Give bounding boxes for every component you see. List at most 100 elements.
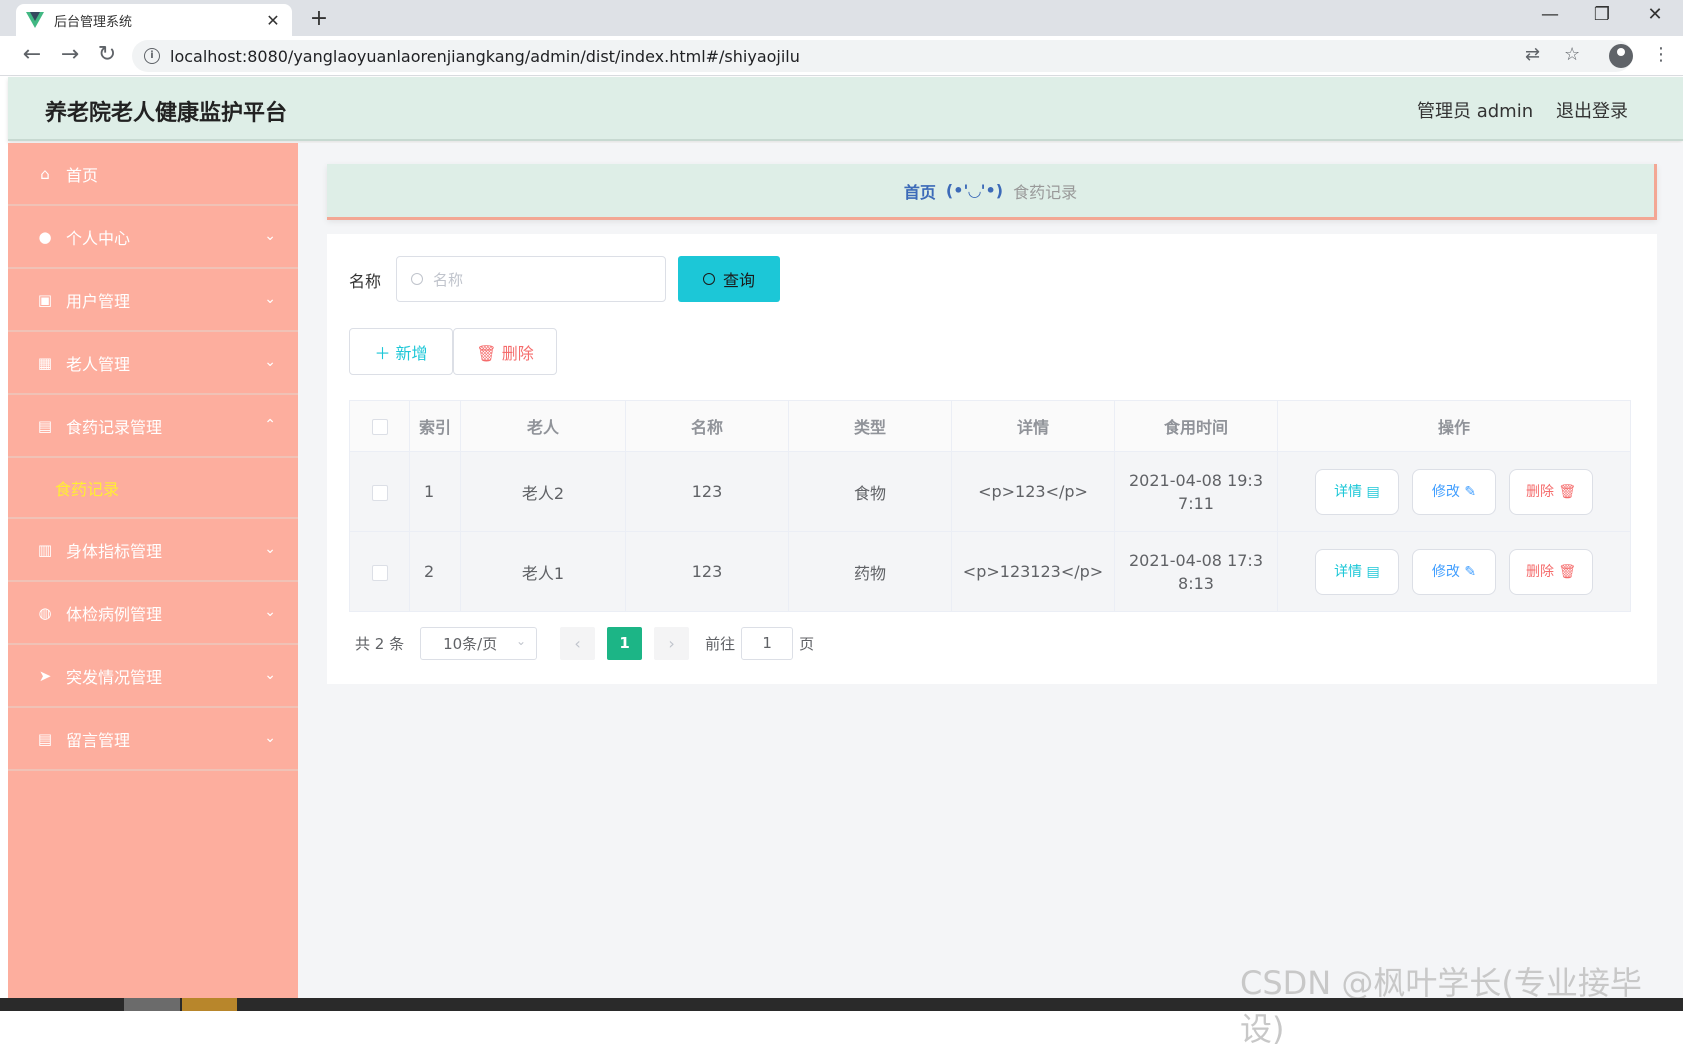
page-size-select[interactable]: 10条/页 ⌄	[420, 626, 538, 660]
goto-label: 前往	[705, 634, 736, 653]
sidebar-item-label: 食药记录管理	[66, 417, 163, 437]
delete-button[interactable]: 删除 🗑	[1509, 548, 1594, 595]
chevron-down-icon: ⌄	[516, 633, 527, 648]
sidebar-item-food-medicine-management[interactable]: ▤ 食药记录管理 ⌃	[8, 395, 298, 458]
table-header-row: 索引 老人 名称 类型 详情 食用时间 操作	[349, 400, 1631, 452]
reload-icon[interactable]: ↻	[93, 42, 121, 67]
clipboard-icon: ▣	[37, 290, 53, 309]
row-checkbox[interactable]	[371, 564, 388, 581]
delete-button[interactable]: 删除 🗑	[1509, 468, 1594, 515]
batch-delete-button[interactable]: 🗑 删除	[453, 328, 557, 375]
header-elder: 老人	[460, 400, 626, 452]
row-checkbox-cell	[349, 531, 410, 612]
url-field[interactable]: i localhost:8080/yanglaoyuanlaorenjiangk…	[132, 40, 1632, 72]
header-type: 类型	[788, 400, 952, 452]
cell-name: 123	[625, 451, 789, 532]
page-number-active[interactable]: 1	[607, 626, 643, 660]
edit-button[interactable]: 修改 ✎	[1412, 548, 1496, 595]
vue-logo-icon	[26, 12, 44, 28]
pagination-total: 共 2 条	[355, 634, 405, 653]
sidebar-item-message-management[interactable]: ▤ 留言管理 ⌄	[8, 708, 298, 771]
breadcrumb-current: 食药记录	[1013, 182, 1078, 202]
time-line-2: 8:13	[1178, 573, 1214, 593]
breadcrumb-home[interactable]: 首页	[904, 179, 936, 203]
cell-actions: 详情 ▤ 修改 ✎ 删除 🗑	[1277, 531, 1631, 612]
sidebar-item-home[interactable]: ⌂ 首页	[8, 143, 298, 206]
search-input[interactable]: 名称	[396, 256, 666, 302]
chevron-down-icon: ⌄	[264, 228, 276, 244]
cell-actions: 详情 ▤ 修改 ✎ 删除 🗑	[1277, 451, 1631, 532]
note-icon: ▤	[37, 729, 53, 748]
profile-avatar-icon[interactable]	[1609, 44, 1633, 68]
header-name: 名称	[625, 400, 789, 452]
select-all-cell	[349, 400, 410, 452]
detail-button[interactable]: 详情 ▤	[1314, 468, 1399, 515]
star-icon[interactable]: ☆	[1564, 44, 1580, 65]
sidebar-item-emergency-management[interactable]: ➤ 突发情况管理 ⌄	[8, 645, 298, 708]
breadcrumb-separator: (•'◡'•)	[945, 181, 1004, 200]
table-row: 2 老人1 123 药物 <p>123123</p> 2021-04-08 17…	[349, 531, 1631, 612]
more-menu-icon[interactable]: ⋮	[1652, 44, 1670, 65]
tab-title: 后台管理系统	[54, 14, 133, 30]
prev-page-button[interactable]: ‹	[560, 626, 596, 660]
cell-time: 2021-04-08 19:3 7:11	[1114, 451, 1278, 532]
translate-icon[interactable]: ⇄	[1525, 44, 1540, 65]
breadcrumb: 首页 (•'◡'•) 食药记录	[327, 164, 1657, 220]
page-size-value: 10条/页	[443, 634, 498, 653]
logout-link[interactable]: 退出登录	[1556, 97, 1628, 123]
time-line-1: 2021-04-08 17:3	[1129, 550, 1263, 570]
time-line-2: 7:11	[1178, 493, 1214, 513]
sidebar-subitem-food-medicine-record[interactable]: 食药记录	[8, 458, 298, 519]
sidebar-item-label: 身体指标管理	[66, 541, 163, 561]
cell-elder: 老人1	[460, 531, 626, 612]
goto-page-input[interactable]: 1	[741, 626, 794, 660]
sidebar-item-checkup-case-management[interactable]: ◍ 体检病例管理 ⌄	[8, 582, 298, 645]
taskbar-item[interactable]	[182, 998, 237, 1011]
sidebar-item-personal-center[interactable]: ● 个人中心 ⌄	[8, 206, 298, 269]
minimize-button[interactable]: —	[1535, 4, 1565, 25]
search-icon	[411, 273, 423, 285]
header-actions: 操作	[1277, 400, 1631, 452]
sidebar-item-user-management[interactable]: ▣ 用户管理 ⌄	[8, 269, 298, 332]
restore-button[interactable]: ❐	[1587, 4, 1617, 25]
search-button[interactable]: 查询	[678, 256, 780, 302]
cell-type: 药物	[788, 531, 952, 612]
briefcase-icon: ▤	[37, 416, 53, 435]
next-page-button[interactable]: ›	[654, 626, 690, 660]
records-table: 索引 老人 名称 类型 详情 食用时间 操作 1 老人2 123 食物 <p>1…	[349, 400, 1631, 612]
search-label: 名称	[349, 272, 382, 291]
taskbar-item[interactable]	[124, 998, 180, 1011]
sidebar-item-elder-management[interactable]: ▦ 老人管理 ⌄	[8, 332, 298, 395]
chevron-down-icon: ⌄	[264, 291, 276, 307]
sidebar-item-body-indicator-management[interactable]: ▥ 身体指标管理 ⌄	[8, 519, 298, 582]
select-all-checkbox[interactable]	[371, 419, 388, 435]
header-time: 食用时间	[1114, 400, 1278, 452]
info-icon[interactable]: i	[144, 48, 160, 64]
app-header: 养老院老人健康监护平台 管理员 admin 退出登录	[8, 77, 1683, 141]
browser-tab[interactable]: 后台管理系统 ✕	[16, 4, 292, 36]
address-bar: ← → ↻ i localhost:8080/yanglaoyuanlaoren…	[0, 36, 1683, 76]
row-checkbox[interactable]	[371, 484, 388, 501]
new-tab-button[interactable]: +	[306, 6, 332, 31]
close-window-button[interactable]: ✕	[1640, 4, 1670, 25]
table-icon: ▥	[37, 540, 53, 559]
forward-icon[interactable]: →	[56, 42, 84, 67]
add-button[interactable]: ＋ 新增	[349, 328, 453, 375]
edit-button[interactable]: 修改 ✎	[1412, 468, 1496, 515]
sidebar-item-label: 首页	[66, 165, 99, 185]
tab-close-icon[interactable]: ✕	[264, 11, 282, 30]
header-user: 管理员 admin	[1417, 101, 1534, 122]
table-row: 1 老人2 123 食物 <p>123</p> 2021-04-08 19:3 …	[349, 451, 1631, 532]
app-title: 养老院老人健康监护平台	[45, 101, 288, 126]
sidebar-item-label: 突发情况管理	[66, 667, 163, 687]
back-icon[interactable]: ←	[18, 42, 46, 67]
cell-index: 2	[409, 531, 461, 612]
globe-icon: ◍	[38, 603, 52, 622]
browser-tabbar: 后台管理系统 ✕ + — ❐ ✕	[0, 0, 1683, 36]
chevron-down-icon: ⌄	[264, 354, 276, 370]
detail-button[interactable]: 详情 ▤	[1314, 548, 1399, 595]
chevron-down-icon: ⌄	[264, 541, 276, 557]
header-index: 索引	[409, 400, 461, 452]
cell-detail: <p>123123</p>	[951, 531, 1115, 612]
cell-index: 1	[409, 451, 461, 532]
